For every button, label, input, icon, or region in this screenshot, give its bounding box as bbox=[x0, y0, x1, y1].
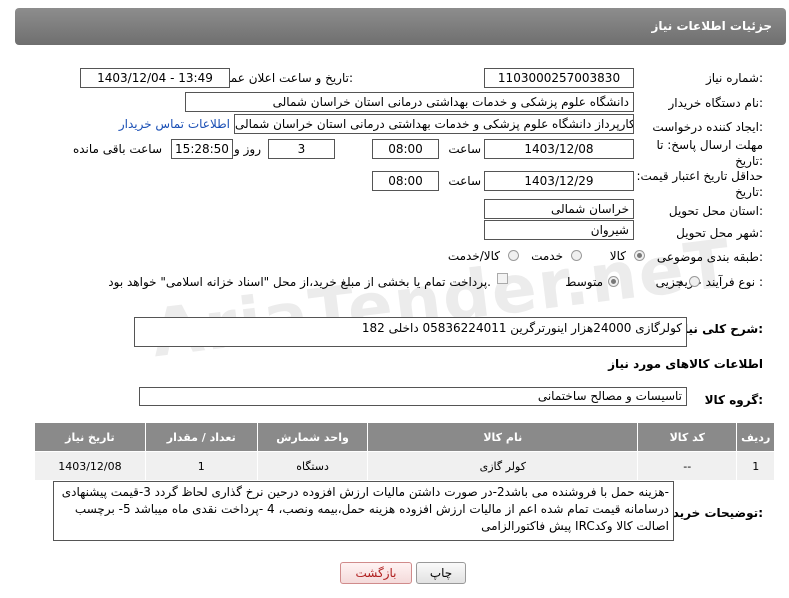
col-header-code: کد کالا bbox=[637, 422, 738, 452]
back-button[interactable]: بازگشت bbox=[340, 562, 412, 584]
purchase-medium-radio[interactable] bbox=[608, 276, 619, 287]
col-header-unit: واحد شمارش bbox=[256, 422, 369, 452]
category-goods-service-radio[interactable] bbox=[508, 250, 519, 261]
description-label: شرح کلی نیاز: bbox=[677, 322, 763, 336]
description-field: کولرگازی 24000هزار اینورترگرین 058362240… bbox=[134, 317, 687, 347]
category-goods-label: کالا bbox=[609, 249, 626, 263]
category-goods-service-label: کالا/خدمت bbox=[447, 249, 500, 263]
buyer-notes-field: -هزینه حمل با فروشنده می باشد2-در صورت د… bbox=[53, 481, 674, 541]
purchase-minor-label: جزیی bbox=[655, 275, 683, 289]
deadline-label: مهلت ارسال پاسخ: تا تاریخ: bbox=[656, 138, 763, 168]
category-service-radio[interactable] bbox=[571, 250, 582, 261]
day-and-label: روز و bbox=[234, 142, 261, 156]
city-field: شیروان bbox=[484, 220, 634, 240]
col-header-row: ردیف bbox=[736, 422, 775, 452]
goods-info-heading: اطلاعات کالاهای مورد نیاز bbox=[608, 357, 763, 371]
buyer-notes-label: توضیحات خریدار: bbox=[661, 506, 763, 520]
city-label: شهر محل تحویل: bbox=[676, 226, 763, 240]
print-button[interactable]: چاپ bbox=[416, 562, 466, 584]
validity-time-label: ساعت bbox=[448, 174, 481, 188]
cell-quantity: 1 bbox=[144, 451, 258, 481]
contact-info-link[interactable]: اطلاعات تماس خریدار bbox=[119, 117, 230, 131]
announce-datetime-field: 1403/12/04 - 13:49 bbox=[80, 68, 230, 88]
goods-table: ردیف کد کالا نام کالا واحد شمارش تعداد /… bbox=[34, 422, 775, 481]
remaining-time-field: 15:28:50 bbox=[171, 139, 233, 159]
cell-code: -- bbox=[637, 451, 738, 481]
requester-field: غلامحسین گوهر کارپرداز دانشگاه علوم پزشک… bbox=[234, 114, 634, 134]
deadline-date-field: 1403/12/08 bbox=[484, 139, 634, 159]
cell-row: 1 bbox=[736, 451, 775, 481]
category-goods-radio[interactable] bbox=[634, 250, 645, 261]
buyer-org-label: نام دستگاه خریدار: bbox=[668, 96, 764, 110]
deadline-time-label: ساعت bbox=[448, 142, 481, 156]
cell-date: 1403/12/08 bbox=[34, 451, 146, 481]
col-header-quantity: تعداد / مقدار bbox=[144, 422, 258, 452]
watermark: AriaTender.neT bbox=[147, 224, 737, 373]
need-number-label: شماره نیاز: bbox=[705, 71, 763, 85]
need-number-field: 1103000257003830 bbox=[484, 68, 634, 88]
validity-label: حداقل تاریخ اعتبار قیمت: تا تاریخ: bbox=[625, 169, 763, 199]
category-label: طبقه بندی موضوعی: bbox=[656, 250, 763, 264]
goods-group-field: تاسیسات و مصالح ساختمانی bbox=[139, 387, 687, 406]
validity-time-field: 08:00 bbox=[372, 171, 439, 191]
cell-name: کولر گازی bbox=[367, 451, 639, 481]
buyer-org-field: دانشگاه علوم پزشکی و خدمات بهداشتی درمان… bbox=[185, 92, 634, 112]
deadline-days-field: 3 bbox=[268, 139, 335, 159]
treasury-payment-label: پرداخت تمام یا بخشی از مبلغ خرید،از محل … bbox=[108, 275, 491, 289]
col-header-date: تاریخ نیاز bbox=[34, 422, 146, 452]
header-bar: جزئیات اطلاعات نیاز bbox=[15, 8, 786, 45]
goods-group-label: گروه کالا: bbox=[704, 393, 763, 407]
purchase-medium-label: متوسط bbox=[565, 275, 603, 289]
category-service-label: خدمت bbox=[531, 249, 563, 263]
purchase-minor-radio[interactable] bbox=[689, 276, 700, 287]
requester-label: ایجاد کننده درخواست: bbox=[652, 120, 763, 134]
col-header-name: نام کالا bbox=[367, 422, 639, 452]
deadline-time-field: 08:00 bbox=[372, 139, 439, 159]
treasury-payment-checkbox[interactable] bbox=[497, 273, 508, 284]
cell-unit: دستگاه bbox=[256, 451, 369, 481]
province-field: خراسان شمالی bbox=[484, 199, 634, 219]
remaining-label: ساعت باقی مانده bbox=[72, 142, 162, 156]
page-title: جزئیات اطلاعات نیاز bbox=[651, 19, 772, 33]
validity-date-field: 1403/12/29 bbox=[484, 171, 634, 191]
province-label: استان محل تحویل: bbox=[668, 204, 763, 218]
table-row: 1 -- کولر گازی دستگاه 1 1403/12/08 bbox=[34, 451, 775, 481]
